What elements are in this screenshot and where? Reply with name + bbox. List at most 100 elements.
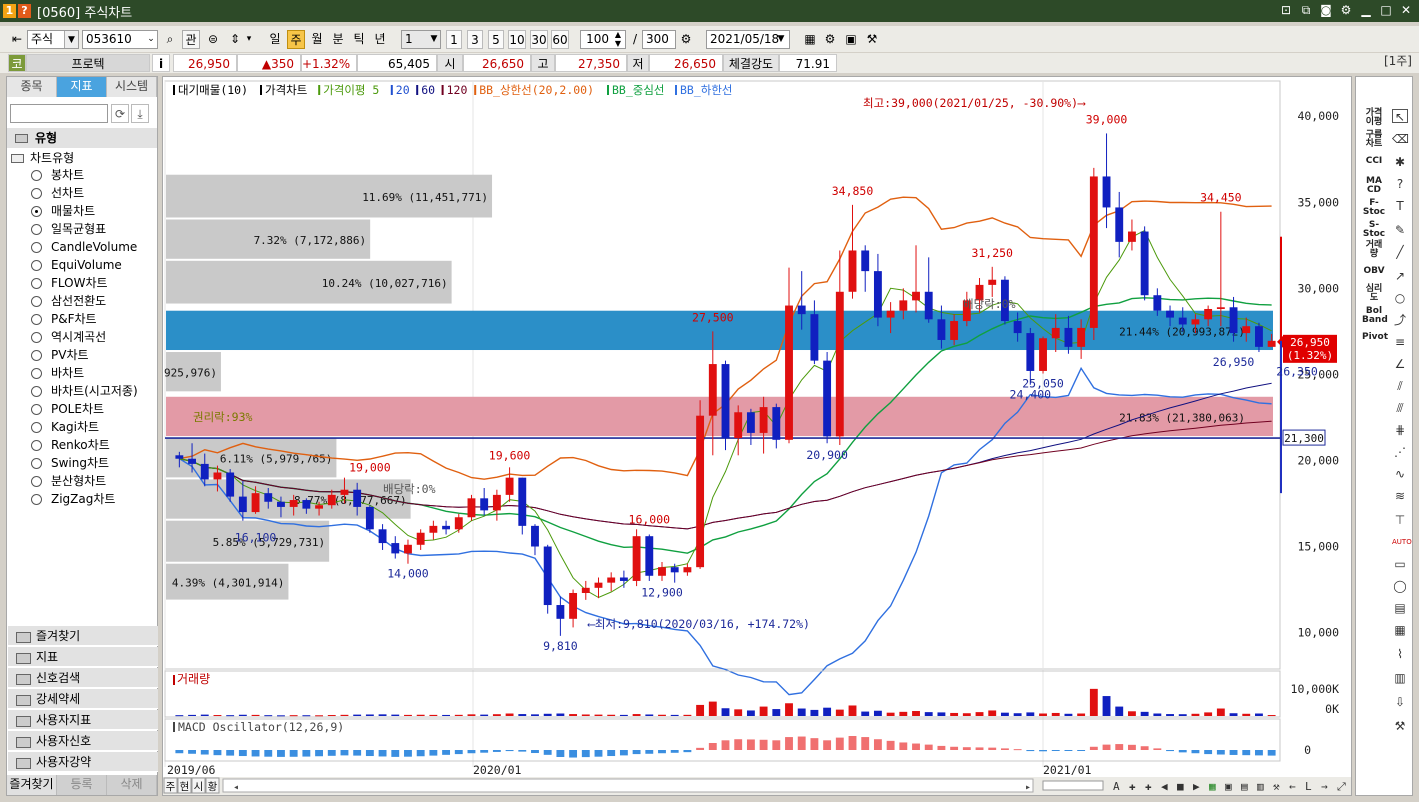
- info-button[interactable]: i: [152, 54, 170, 72]
- radio-button[interactable]: [31, 205, 42, 217]
- text-icon[interactable]: T: [1392, 199, 1408, 213]
- chart-type-item[interactable]: 매물차트: [31, 202, 95, 220]
- panel-tab-0[interactable]: 종목: [7, 77, 57, 97]
- quick-button-60[interactable]: 60: [551, 30, 569, 49]
- radio-button[interactable]: [31, 439, 42, 451]
- tools-icon[interactable]: ⚒: [1273, 780, 1280, 793]
- bolband-button[interactable]: Bol Band: [1362, 307, 1388, 325]
- legend-item[interactable]: 60: [421, 83, 435, 97]
- quick-button-10[interactable]: 10: [508, 30, 526, 49]
- legend-item[interactable]: 가격차트: [265, 83, 307, 97]
- chart-type-icon[interactable]: ▥: [1392, 671, 1408, 685]
- legend-item[interactable]: BB_중심선: [612, 83, 665, 97]
- volume-button[interactable]: 거래 량: [1362, 241, 1386, 259]
- zigzag-icon[interactable]: ≋: [1392, 489, 1408, 503]
- folder-item[interactable]: 사용자강약: [8, 752, 158, 772]
- chart-area[interactable]: 11.69% (11,451,771) 7.32% (7,172,886) 10.2…: [104, 76, 1352, 796]
- fib-icon[interactable]: ≡: [1392, 335, 1408, 349]
- radio-button[interactable]: [31, 403, 42, 415]
- parallel-icon[interactable]: ⫻: [1392, 401, 1408, 415]
- chart-type-item[interactable]: P&F차트: [31, 310, 97, 328]
- maximize-icon[interactable]: □: [1379, 2, 1393, 18]
- quick-button-3[interactable]: 3: [467, 30, 483, 49]
- cursor-icon[interactable]: ↖: [1392, 109, 1408, 124]
- section-type[interactable]: 유형: [7, 128, 157, 148]
- radio-button[interactable]: [31, 331, 42, 343]
- trade-line-icon[interactable]: ⊤: [1392, 513, 1408, 527]
- radio-button[interactable]: [31, 349, 42, 361]
- question-icon[interactable]: ?: [1392, 177, 1408, 191]
- play-icon[interactable]: ▶: [1193, 780, 1200, 793]
- chart-type-item[interactable]: 일목균형표: [31, 220, 106, 238]
- bottom-tab-0[interactable]: 즐겨찾기: [7, 775, 57, 795]
- panel-tab-2[interactable]: 시스템: [107, 77, 157, 97]
- period-button-2[interactable]: 월: [308, 30, 326, 49]
- quick-button-1[interactable]: 1: [446, 30, 462, 49]
- zoom-slider[interactable]: [1042, 780, 1104, 791]
- legend-item[interactable]: 120: [447, 83, 468, 97]
- radio-button[interactable]: [31, 385, 42, 397]
- angle-icon[interactable]: ∠: [1392, 357, 1408, 371]
- radio-button[interactable]: [31, 259, 42, 271]
- grid-icon[interactable]: ▦: [802, 30, 818, 49]
- radio-button[interactable]: [31, 367, 42, 379]
- chart-type-item[interactable]: PV차트: [31, 346, 89, 364]
- bottom-tab-1[interactable]: 등록: [57, 775, 107, 795]
- analysis-icon[interactable]: ⌇: [1392, 647, 1408, 661]
- legend-item[interactable]: BB_상한선(20,2.00): [479, 83, 594, 97]
- wrench-icon[interactable]: ⚒: [1392, 719, 1408, 733]
- list-icon[interactable]: ▤: [1392, 601, 1408, 615]
- excel-icon[interactable]: ▦: [1209, 780, 1216, 793]
- window-pin-icon[interactable]: ⊡: [1279, 2, 1293, 18]
- first-icon[interactable]: ⇤: [8, 30, 26, 49]
- font-icon[interactable]: A: [1113, 780, 1120, 793]
- period-button-5[interactable]: 년: [371, 30, 389, 49]
- cci-button[interactable]: CCI: [1362, 157, 1386, 166]
- stop-icon[interactable]: ■: [1177, 780, 1184, 793]
- chevron-down-icon[interactable]: ▼: [64, 31, 78, 48]
- period-button-1[interactable]: 주: [287, 30, 305, 49]
- sstoc-button[interactable]: S- Stoc: [1362, 221, 1386, 239]
- macd-button[interactable]: MA CD: [1362, 177, 1386, 195]
- quick-button-5[interactable]: 5: [488, 30, 504, 49]
- pencil-icon[interactable]: ✎: [1392, 223, 1408, 237]
- folder-item[interactable]: 사용자신호: [8, 731, 158, 751]
- scroll-left-icon[interactable]: ◂: [233, 782, 239, 793]
- chart-canvas[interactable]: 11.69% (11,451,771) 7.32% (7,172,886) 10.2…: [104, 77, 1351, 795]
- crosshair-icon[interactable]: ✚: [1129, 780, 1136, 793]
- legend-item[interactable]: BB_하한선: [680, 83, 733, 97]
- window-icon[interactable]: ▭: [1392, 557, 1408, 571]
- chart-type-item[interactable]: ZigZag차트: [31, 490, 115, 508]
- calendar-icon[interactable]: ▦: [1392, 623, 1408, 637]
- folder-item[interactable]: 지표: [8, 647, 158, 667]
- all-icon[interactable]: ✱: [1392, 155, 1408, 169]
- chart-type-item[interactable]: EquiVolume: [31, 256, 122, 274]
- updown-icon[interactable]: ⇕: [226, 30, 244, 49]
- minimize-icon[interactable]: ▁: [1359, 2, 1373, 18]
- trend-icon[interactable]: ⤴: [1392, 313, 1408, 327]
- settings-icon[interactable]: ⚙: [678, 30, 694, 49]
- circle-icon[interactable]: ○: [1392, 291, 1408, 305]
- radio-button[interactable]: [31, 421, 42, 433]
- window-clone-icon[interactable]: ⧉: [1299, 2, 1313, 18]
- save-icon[interactable]: ▣: [1225, 780, 1232, 793]
- close-icon[interactable]: ✕: [1399, 2, 1413, 18]
- link-icon[interactable]: ⊜: [204, 30, 222, 49]
- legend-item[interactable]: 20: [396, 83, 410, 97]
- panel-tab-1[interactable]: 지표: [57, 77, 107, 97]
- chart-type-item[interactable]: 선차트: [31, 184, 84, 202]
- export-icon[interactable]: ⇩: [1392, 695, 1408, 709]
- back-icon[interactable]: ←: [1289, 780, 1296, 793]
- chart-type-item[interactable]: 바차트: [31, 364, 84, 382]
- chevron-down-icon[interactable]: ⌄: [144, 30, 158, 49]
- log-icon[interactable]: L: [1305, 780, 1312, 793]
- chart-type-item[interactable]: 분산형차트: [31, 472, 106, 490]
- chart-type-item[interactable]: Kagi차트: [31, 418, 99, 436]
- radio-button[interactable]: [31, 475, 42, 487]
- print-icon[interactable]: ▤: [1241, 780, 1248, 793]
- line-icon[interactable]: ╱: [1392, 245, 1408, 259]
- radio-button[interactable]: [31, 277, 42, 289]
- bottom-tab-2[interactable]: 삭제: [107, 775, 157, 795]
- spin-icon[interactable]: ▲ ▼: [612, 30, 624, 49]
- prev-icon[interactable]: ◀: [1161, 780, 1168, 793]
